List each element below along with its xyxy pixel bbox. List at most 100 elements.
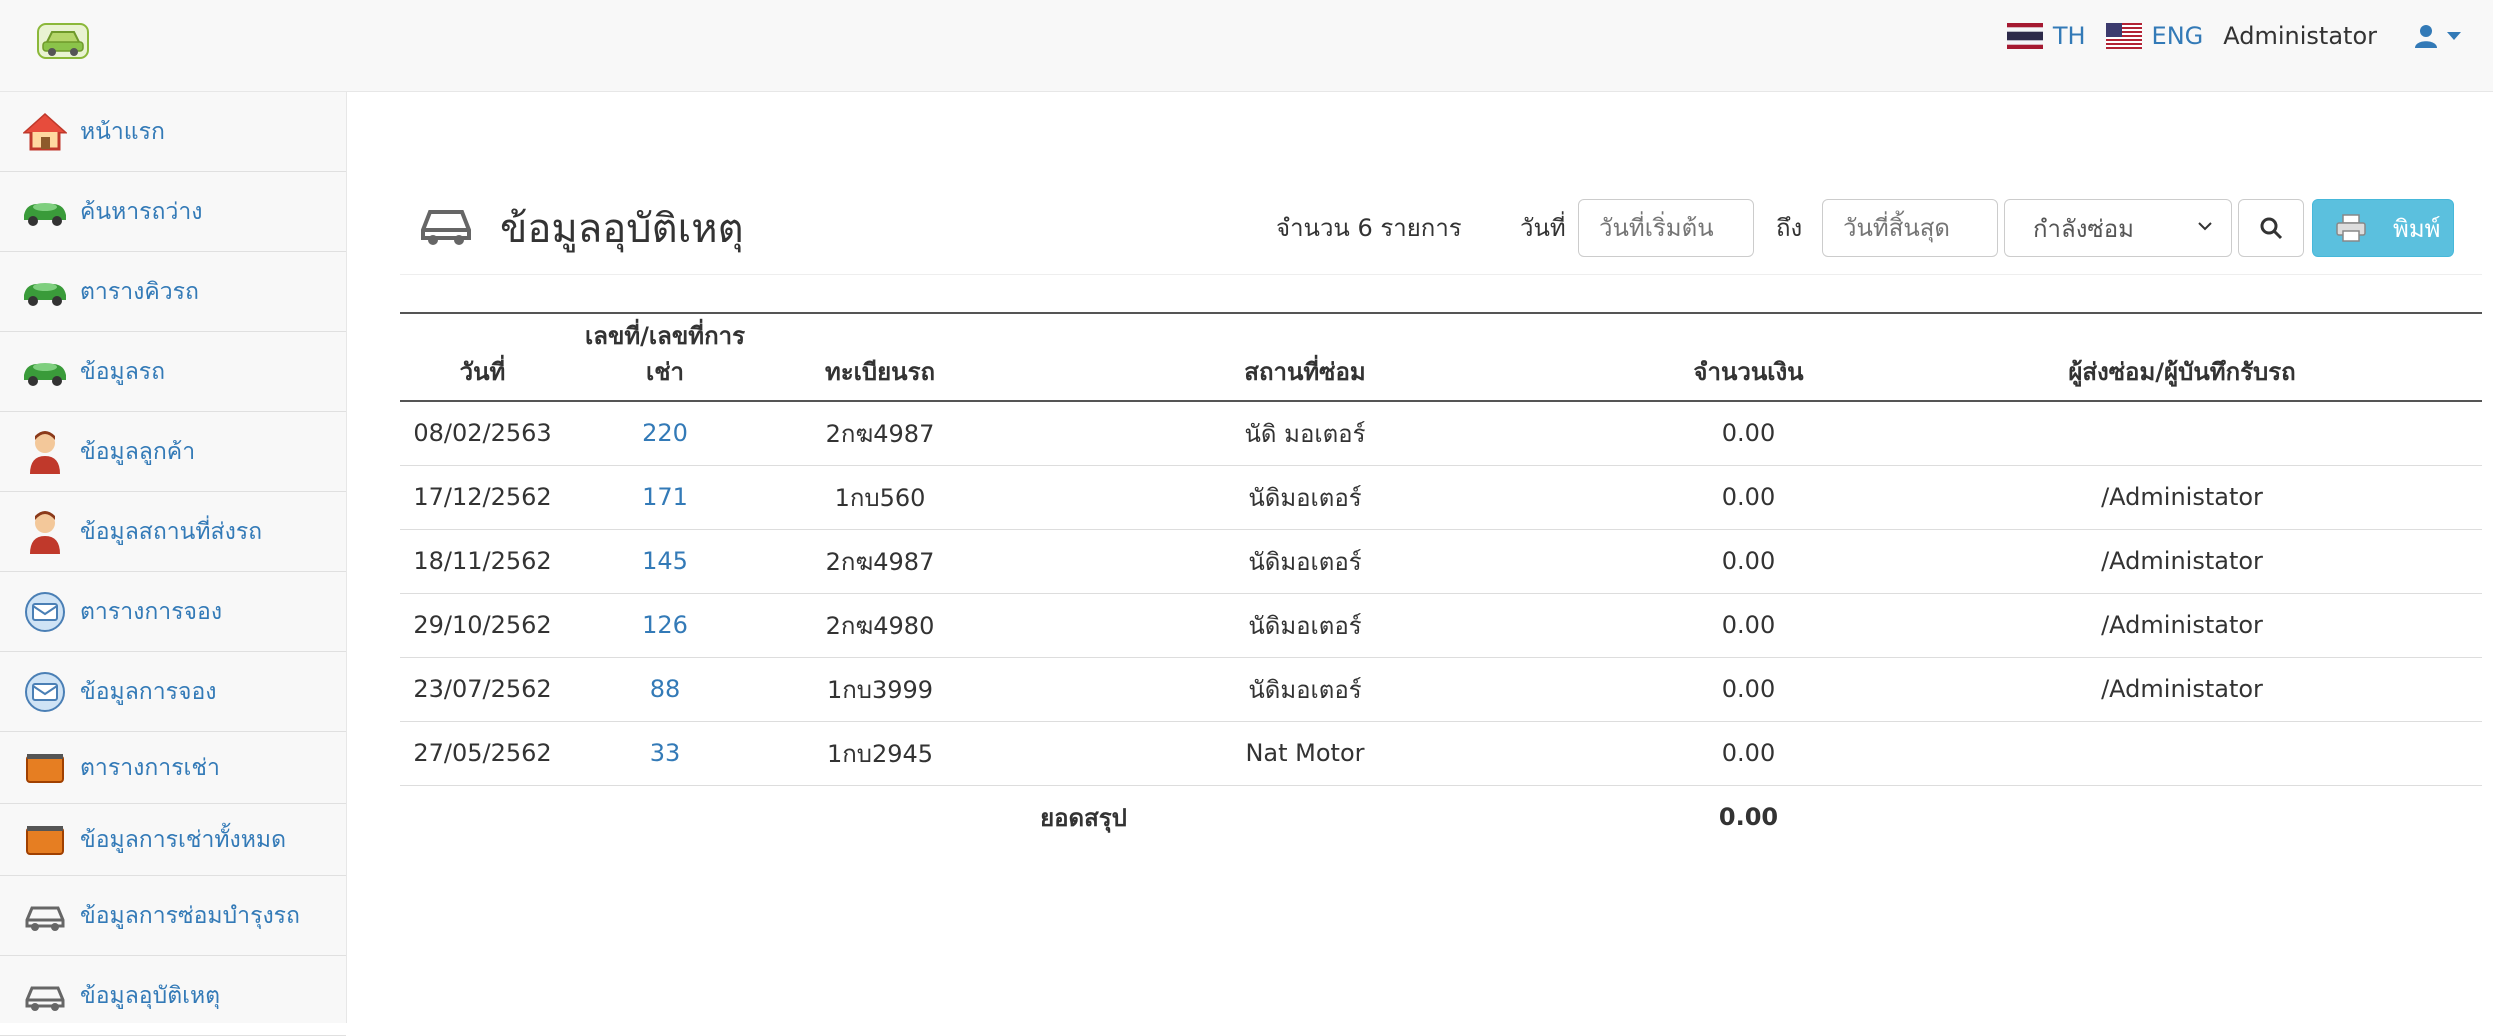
cell-plate: 1กบ2945 — [765, 721, 995, 786]
col-number-line2: เช่า — [646, 358, 684, 386]
header-divider — [400, 274, 2482, 275]
col-number: เลขที่/เลขที่การ เช่า — [565, 312, 765, 402]
summary-row: ยอดสรุป 0.00 — [400, 785, 2482, 849]
table-row: 18/11/2562 145 2กฆ4987 นัดิมอเตอร์ 0.00 … — [400, 529, 2482, 594]
us-flag-icon — [2105, 23, 2142, 49]
sidebar: หน้าแรก ค้นหารถว่าง ตารางคิวรถ ข้อมูลรถ … — [0, 92, 347, 1036]
car-outline-icon — [20, 974, 70, 1018]
car-green-icon — [20, 270, 70, 314]
sidebar-item-label: ข้อมูลลูกค้า — [80, 438, 196, 465]
cell-date: 18/11/2562 — [400, 529, 565, 594]
lang-en-label: ENG — [2151, 22, 2204, 50]
cell-plate: 2กฆ4987 — [765, 529, 995, 594]
sidebar-item-search-available-car[interactable]: ค้นหารถว่าง — [0, 172, 346, 252]
sidebar-item-booking-table[interactable]: ตารางการจอง — [0, 572, 346, 652]
cell-repair-place: นัดิ มอเตอร์ — [995, 401, 1615, 466]
cell-amount: 0.00 — [1615, 657, 1882, 722]
sidebar-item-label: ข้อมูลสถานที่ส่งรถ — [80, 518, 263, 545]
person-icon — [20, 510, 70, 554]
cell-repair-place: นัดิมอเตอร์ — [995, 657, 1615, 722]
page-title: ข้อมูลอุบัติเหตุ — [500, 206, 744, 252]
sidebar-item-booking-info[interactable]: ข้อมูลการจอง — [0, 652, 346, 732]
cell-person: /Administator — [1882, 529, 2482, 594]
cell-number-link[interactable]: 220 — [565, 401, 765, 466]
cell-person: /Administator — [1882, 657, 2482, 722]
caret-down-icon — [2447, 32, 2461, 40]
cell-amount: 0.00 — [1615, 401, 1882, 466]
cell-number-link[interactable]: 126 — [565, 593, 765, 658]
summary-empty — [1882, 785, 2482, 849]
car-green-icon — [20, 350, 70, 394]
cell-date: 23/07/2562 — [400, 657, 565, 722]
cell-number-link[interactable]: 88 — [565, 657, 765, 722]
summary-total: 0.00 — [1718, 803, 1779, 832]
col-number-line1: เลขที่/เลขที่การ — [585, 322, 745, 350]
cell-repair-place: Nat Motor — [995, 721, 1615, 786]
booking-icon — [20, 590, 70, 634]
col-amount: จำนวนเงิน — [1615, 312, 1882, 402]
summary-label: ยอดสรุป — [1040, 803, 1127, 832]
user-icon — [2415, 25, 2437, 48]
user-menu-toggle[interactable] — [2415, 24, 2463, 48]
user-name: Administator — [2223, 22, 2377, 50]
top-navbar: TH ENG Administator — [0, 0, 2493, 92]
sidebar-item-car-queue[interactable]: ตารางคิวรถ — [0, 252, 346, 332]
cell-amount: 0.00 — [1615, 593, 1882, 658]
cell-amount: 0.00 — [1615, 465, 1882, 530]
cell-plate: 2กฆ4987 — [765, 401, 995, 466]
sidebar-item-delivery-place[interactable]: ข้อมูลสถานที่ส่งรถ — [0, 492, 346, 572]
cell-person: /Administator — [1882, 465, 2482, 530]
cell-number-link[interactable]: 171 — [565, 465, 765, 530]
cell-number-link[interactable]: 33 — [565, 721, 765, 786]
sidebar-item-label: ตารางการเช่า — [80, 754, 220, 781]
search-icon — [2260, 217, 2283, 240]
cell-plate: 1กบ3999 — [765, 657, 995, 722]
sidebar-item-label: ตารางคิวรถ — [80, 278, 199, 305]
sidebar-item-rent-table[interactable]: ตารางการเช่า — [0, 732, 346, 804]
cell-repair-place: นัดิมอเตอร์ — [995, 529, 1615, 594]
sidebar-item-label: ข้อมูลการจอง — [80, 678, 217, 705]
sidebar-item-home[interactable]: หน้าแรก — [0, 92, 346, 172]
status-select-value: กำลังซ่อม — [2033, 214, 2134, 243]
date-to-input[interactable] — [1822, 199, 1998, 257]
cell-number-link[interactable]: 145 — [565, 529, 765, 594]
lang-th-label: TH — [2052, 22, 2086, 50]
logo-car-icon[interactable] — [32, 18, 94, 64]
sidebar-item-label: ข้อมูลการซ่อมบำรุงรถ — [80, 902, 300, 929]
table-header-row: วันที่ เลขที่/เลขที่การ เช่า ทะเบียนรถ ส… — [400, 312, 2482, 402]
chevron-down-icon — [2198, 222, 2212, 231]
cell-date: 08/02/2563 — [400, 401, 565, 466]
lang-en-link[interactable]: ENG — [2105, 22, 2204, 50]
cell-date: 17/12/2562 — [400, 465, 565, 530]
main-content: ข้อมูลอุบัติเหตุ จำนวน 6 รายการ วันที่ ถ… — [348, 92, 2493, 1023]
record-count: จำนวน 6 รายการ — [1276, 214, 1462, 242]
sidebar-item-label: ข้อมูลรถ — [80, 358, 166, 385]
cell-date: 27/05/2562 — [400, 721, 565, 786]
table-row: 08/02/2563 220 2กฆ4987 นัดิ มอเตอร์ 0.00 — [400, 401, 2482, 466]
print-button[interactable]: พิมพ์ — [2312, 199, 2454, 257]
col-date: วันที่ — [400, 312, 565, 402]
search-button[interactable] — [2238, 199, 2304, 257]
cell-plate: 1กบ560 — [765, 465, 995, 530]
status-select[interactable]: กำลังซ่อม — [2004, 199, 2232, 257]
print-button-label: พิมพ์ — [2393, 214, 2441, 243]
sidebar-item-accident[interactable]: ข้อมูลอุบัติเหตุ — [0, 956, 346, 1036]
col-repair-place: สถานที่ซ่อม — [995, 312, 1615, 402]
sidebar-item-label: ค้นหารถว่าง — [80, 198, 203, 225]
col-person: ผู้ส่งซ่อม/ผู้บันทึกรับรถ — [1882, 312, 2482, 402]
sidebar-item-label: ตารางการจอง — [80, 598, 223, 625]
date-from-label: วันที่ — [1520, 214, 1566, 242]
printer-icon — [2336, 214, 2366, 242]
sidebar-item-rent-all[interactable]: ข้อมูลการเช่าทั้งหมด — [0, 804, 346, 876]
accident-table: วันที่ เลขที่/เลขที่การ เช่า ทะเบียนรถ ส… — [400, 312, 2482, 849]
lang-th-link[interactable]: TH — [2006, 22, 2086, 50]
sidebar-item-maintenance[interactable]: ข้อมูลการซ่อมบำรุงรถ — [0, 876, 346, 956]
table-row: 23/07/2562 88 1กบ3999 นัดิมอเตอร์ 0.00 /… — [400, 657, 2482, 722]
sidebar-item-customer-info[interactable]: ข้อมูลลูกค้า — [0, 412, 346, 492]
sidebar-item-car-info[interactable]: ข้อมูลรถ — [0, 332, 346, 412]
date-from-input[interactable] — [1578, 199, 1754, 257]
home-icon — [20, 110, 70, 154]
thai-flag-icon — [2006, 23, 2043, 49]
rent-icon — [20, 746, 70, 790]
sidebar-item-label: ข้อมูลการเช่าทั้งหมด — [80, 826, 287, 853]
